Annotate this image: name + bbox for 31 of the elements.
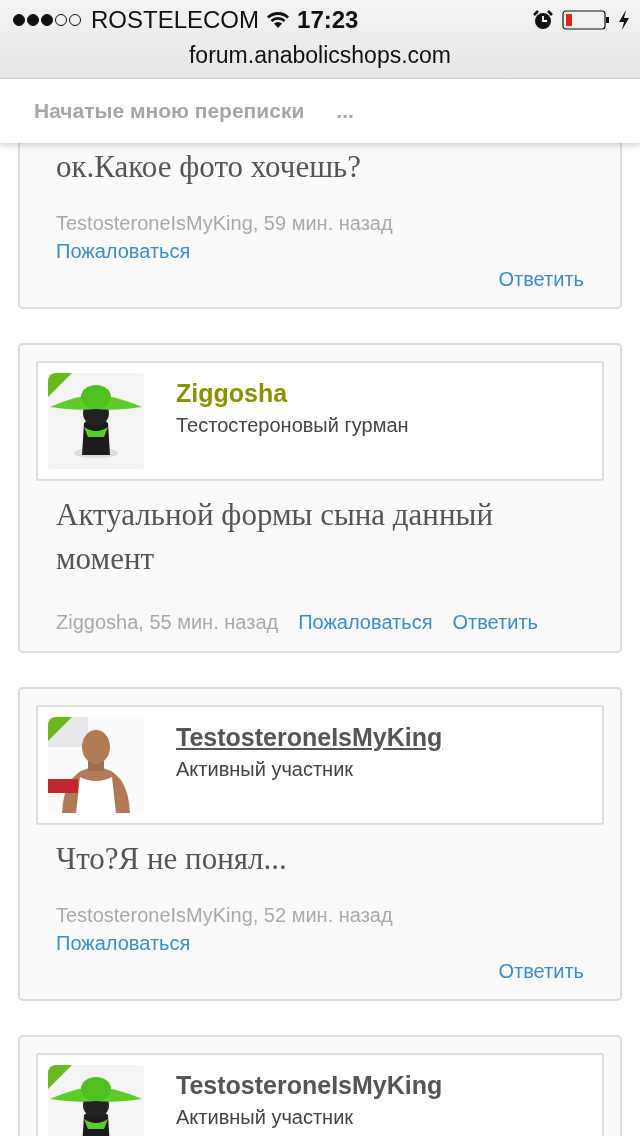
author-name[interactable]: TestosteroneIsMyKing [176, 1071, 443, 1100]
post-text: Что?Я не понял... [55, 840, 288, 878]
post-meta: TestosteroneIsMyKing, 59 мин. назад [56, 211, 393, 236]
battery-icon [562, 9, 610, 31]
carrier-name: ROSTELECOM [91, 6, 260, 34]
more-link[interactable]: ... [336, 99, 354, 123]
post-meta: Ziggosha, 55 мин. назад [56, 610, 279, 635]
signal-icon [12, 13, 84, 27]
corner-triangle-icon [48, 717, 72, 741]
report-link[interactable]: Пожаловаться [56, 929, 191, 957]
user-rank: Тестостероновый гурман [176, 414, 409, 437]
charging-icon [618, 9, 630, 31]
nav-link[interactable]: Начатые мною переписки [34, 99, 305, 123]
post-text: Актуальной формы сына данный момент [55, 496, 494, 578]
post-text: ок.Какое фото хочешь? [55, 148, 362, 186]
reply-link[interactable]: Ответить [498, 265, 584, 293]
corner-triangle-icon [48, 373, 72, 397]
user-rank: Активный участник [176, 1106, 355, 1129]
user-rank: Активный участник [176, 758, 355, 781]
reply-link[interactable]: Ответить [452, 607, 538, 637]
report-link[interactable]: Пожаловаться [298, 607, 433, 637]
author-name[interactable]: TestosteroneIsMyKing [176, 723, 443, 752]
report-link[interactable]: Пожаловаться [56, 237, 191, 265]
address-bar[interactable]: forum.anabolicshops.com [0, 40, 640, 70]
wifi-icon [266, 11, 291, 29]
corner-triangle-icon [48, 1065, 72, 1089]
alarm-clock-icon [532, 9, 554, 31]
reply-link[interactable]: Ответить [498, 957, 584, 985]
clock-time: 17:23 [297, 6, 359, 34]
post-meta: TestosteroneIsMyKing, 52 мин. назад [56, 903, 393, 928]
author-name[interactable]: Ziggosha [176, 379, 409, 408]
